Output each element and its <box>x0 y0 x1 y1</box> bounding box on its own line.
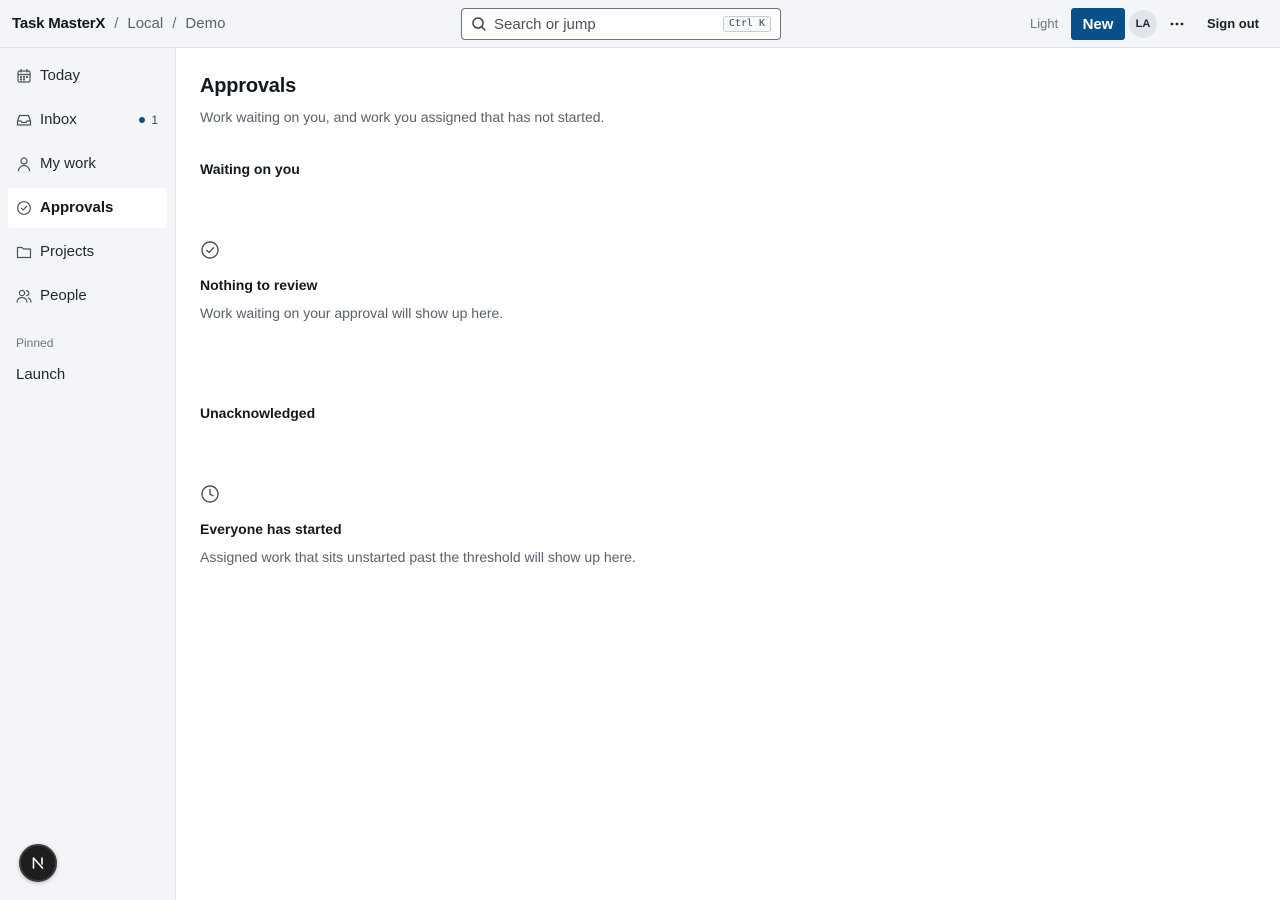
sidebar-item-label: Projects <box>40 243 95 260</box>
sign-out-button[interactable]: Sign out <box>1200 0 1266 47</box>
breadcrumb-separator: / <box>172 15 177 32</box>
breadcrumb-local[interactable]: Local <box>127 15 163 32</box>
page-subtitle: Work waiting on you, and work you assign… <box>200 109 605 125</box>
empty-state-title: Everyone has started <box>200 521 342 537</box>
check-circle-icon <box>17 201 31 215</box>
section-title-waiting: Waiting on you <box>200 161 300 177</box>
users-icon <box>16 289 32 303</box>
calendar-icon <box>17 68 31 83</box>
empty-state-title: Nothing to review <box>200 277 318 293</box>
sidebar-item-label: Approvals <box>40 199 114 216</box>
empty-state-text: Assigned work that sits unstarted past t… <box>200 549 636 565</box>
sidebar-item-approvals[interactable]: Approvals <box>8 188 167 228</box>
clock-icon <box>201 485 219 503</box>
sidebar: Today Inbox 1 My work Approvals Projects… <box>0 48 176 900</box>
dev-tools-button[interactable] <box>19 844 57 882</box>
unread-dot <box>139 117 146 123</box>
new-button[interactable]: New <box>1071 8 1125 40</box>
search-shortcut-hint: Ctrl K <box>722 16 771 32</box>
unread-badge: 1 <box>139 100 158 140</box>
check-circle-icon <box>201 241 219 259</box>
theme-toggle[interactable]: Light <box>1030 0 1058 47</box>
pinned-section-label: Pinned <box>16 336 54 350</box>
sidebar-item-today[interactable]: Today <box>8 56 167 96</box>
top-bar: Task MasterX / Local / Demo Ctrl K Light… <box>0 0 1280 48</box>
next-logo-icon <box>32 857 44 869</box>
page-title: Approvals <box>200 75 297 97</box>
unread-count: 1 <box>151 113 158 127</box>
pinned-item-launch[interactable]: Launch <box>16 366 65 383</box>
breadcrumb: Task MasterX / Local / Demo <box>12 0 225 47</box>
folder-icon <box>16 246 32 259</box>
sidebar-item-label: Inbox <box>40 111 77 128</box>
main-content: Approvals Work waiting on you, and work … <box>176 48 1280 900</box>
search-input[interactable] <box>494 13 674 35</box>
sidebar-item-my-work[interactable]: My work <box>8 144 167 184</box>
section-title-unacknowledged: Unacknowledged <box>200 405 316 421</box>
sidebar-item-projects[interactable]: Projects <box>8 232 167 272</box>
more-menu-button[interactable] <box>1165 12 1189 36</box>
search-box[interactable]: Ctrl K <box>461 8 781 40</box>
breadcrumb-demo[interactable]: Demo <box>185 15 225 32</box>
sidebar-item-label: People <box>40 287 87 304</box>
breadcrumb-separator: / <box>114 15 119 32</box>
sidebar-item-label: Today <box>40 67 81 84</box>
sidebar-item-label: My work <box>40 155 96 172</box>
avatar[interactable]: LA <box>1129 10 1157 38</box>
inbox-icon <box>16 114 32 126</box>
search-icon <box>472 17 486 31</box>
app-name-link[interactable]: Task MasterX <box>12 15 105 32</box>
empty-state-text: Work waiting on your approval will show … <box>200 305 504 321</box>
user-icon <box>17 157 31 172</box>
more-horizontal-icon <box>1170 22 1184 26</box>
sidebar-item-inbox[interactable]: Inbox 1 <box>8 100 167 140</box>
sidebar-item-people[interactable]: People <box>8 276 167 316</box>
